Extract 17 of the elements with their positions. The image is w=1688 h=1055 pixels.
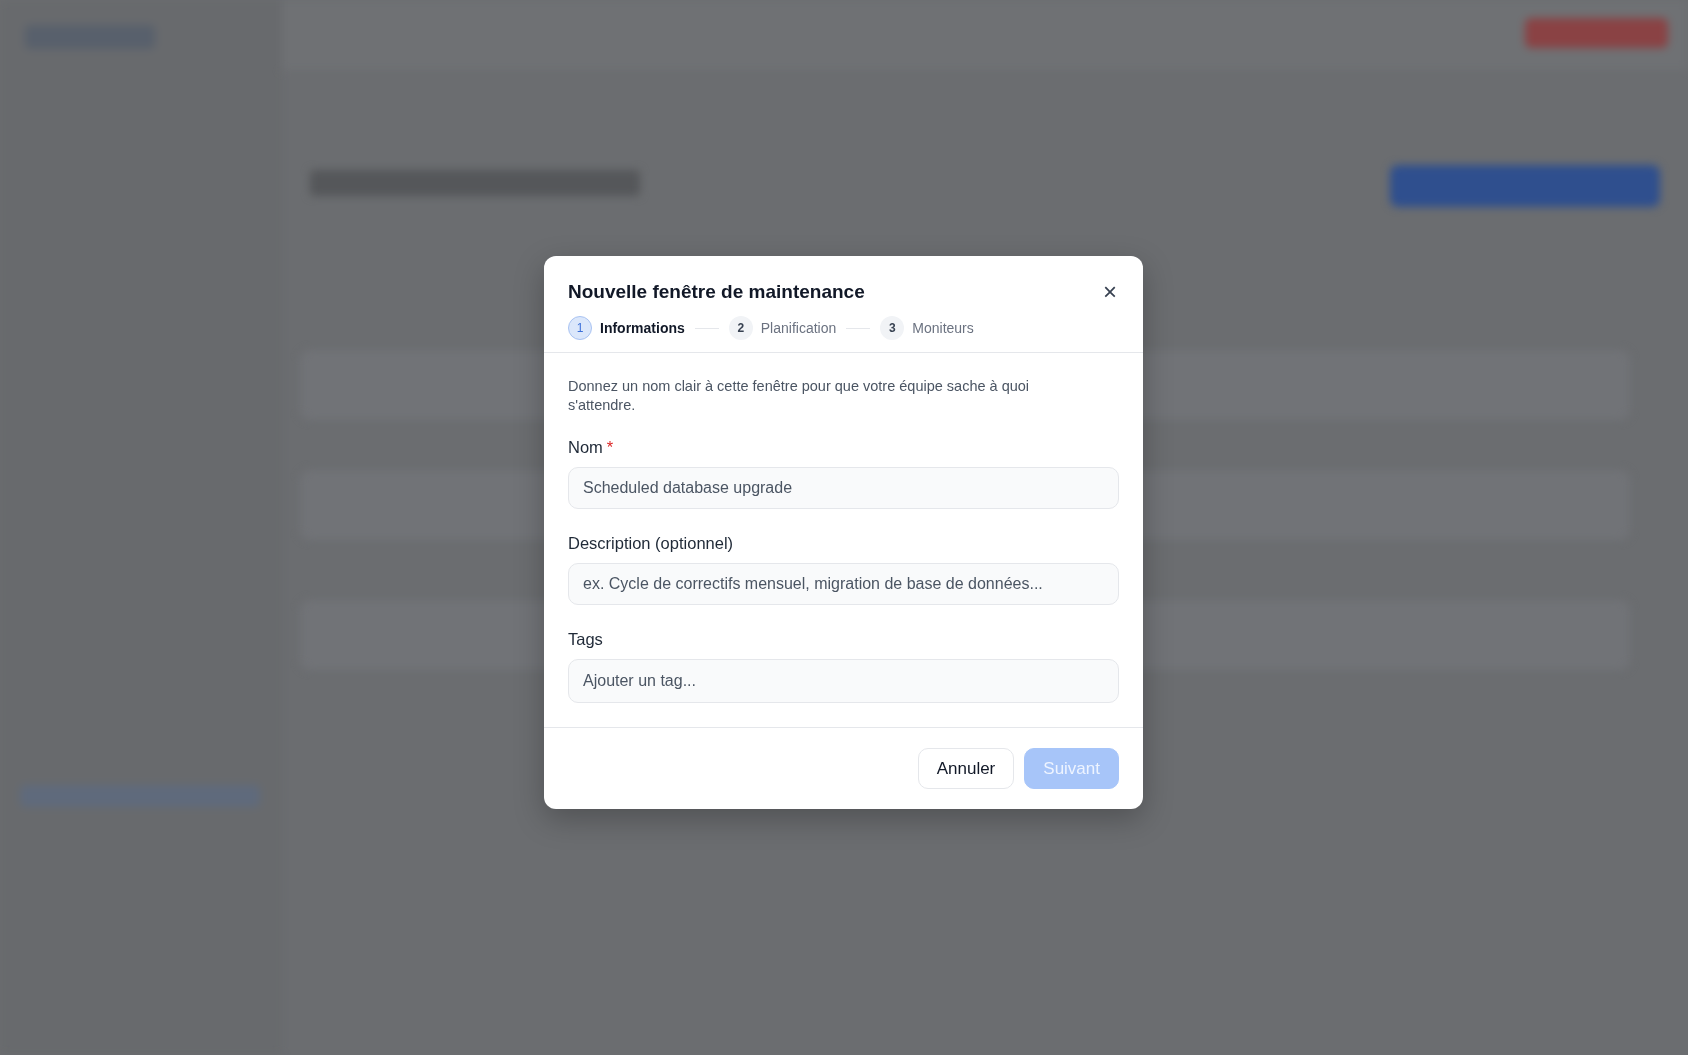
cancel-button[interactable]: Annuler	[917, 748, 1015, 789]
field-label: Tags	[568, 630, 603, 648]
required-mark: *	[606, 438, 614, 456]
intro-text: Donnez un nom clair à cette fenêtre pour que votre équipe sache à quoi s'attendre.	[568, 377, 1031, 415]
step-label[interactable]: Moniteurs	[912, 320, 974, 336]
close-button[interactable]: ×	[1099, 280, 1121, 304]
step-number: 3	[880, 316, 905, 340]
input-field[interactable]: ex. Cycle de correctifs mensuel, migration de base de données...	[568, 563, 1119, 605]
step-number: 1	[568, 316, 592, 340]
step-label[interactable]: Informations	[600, 320, 685, 336]
step-label[interactable]: Planification	[760, 320, 837, 336]
dialog-title: Nouvelle fenêtre de maintenance	[568, 280, 865, 304]
field-label: Nom	[568, 438, 603, 456]
step-number: 2	[728, 316, 753, 340]
field-label: Description (optionnel)	[568, 534, 734, 552]
input-field[interactable]: Scheduled database upgrade	[568, 467, 1119, 509]
input-field[interactable]: Ajouter un tag...	[568, 659, 1119, 703]
